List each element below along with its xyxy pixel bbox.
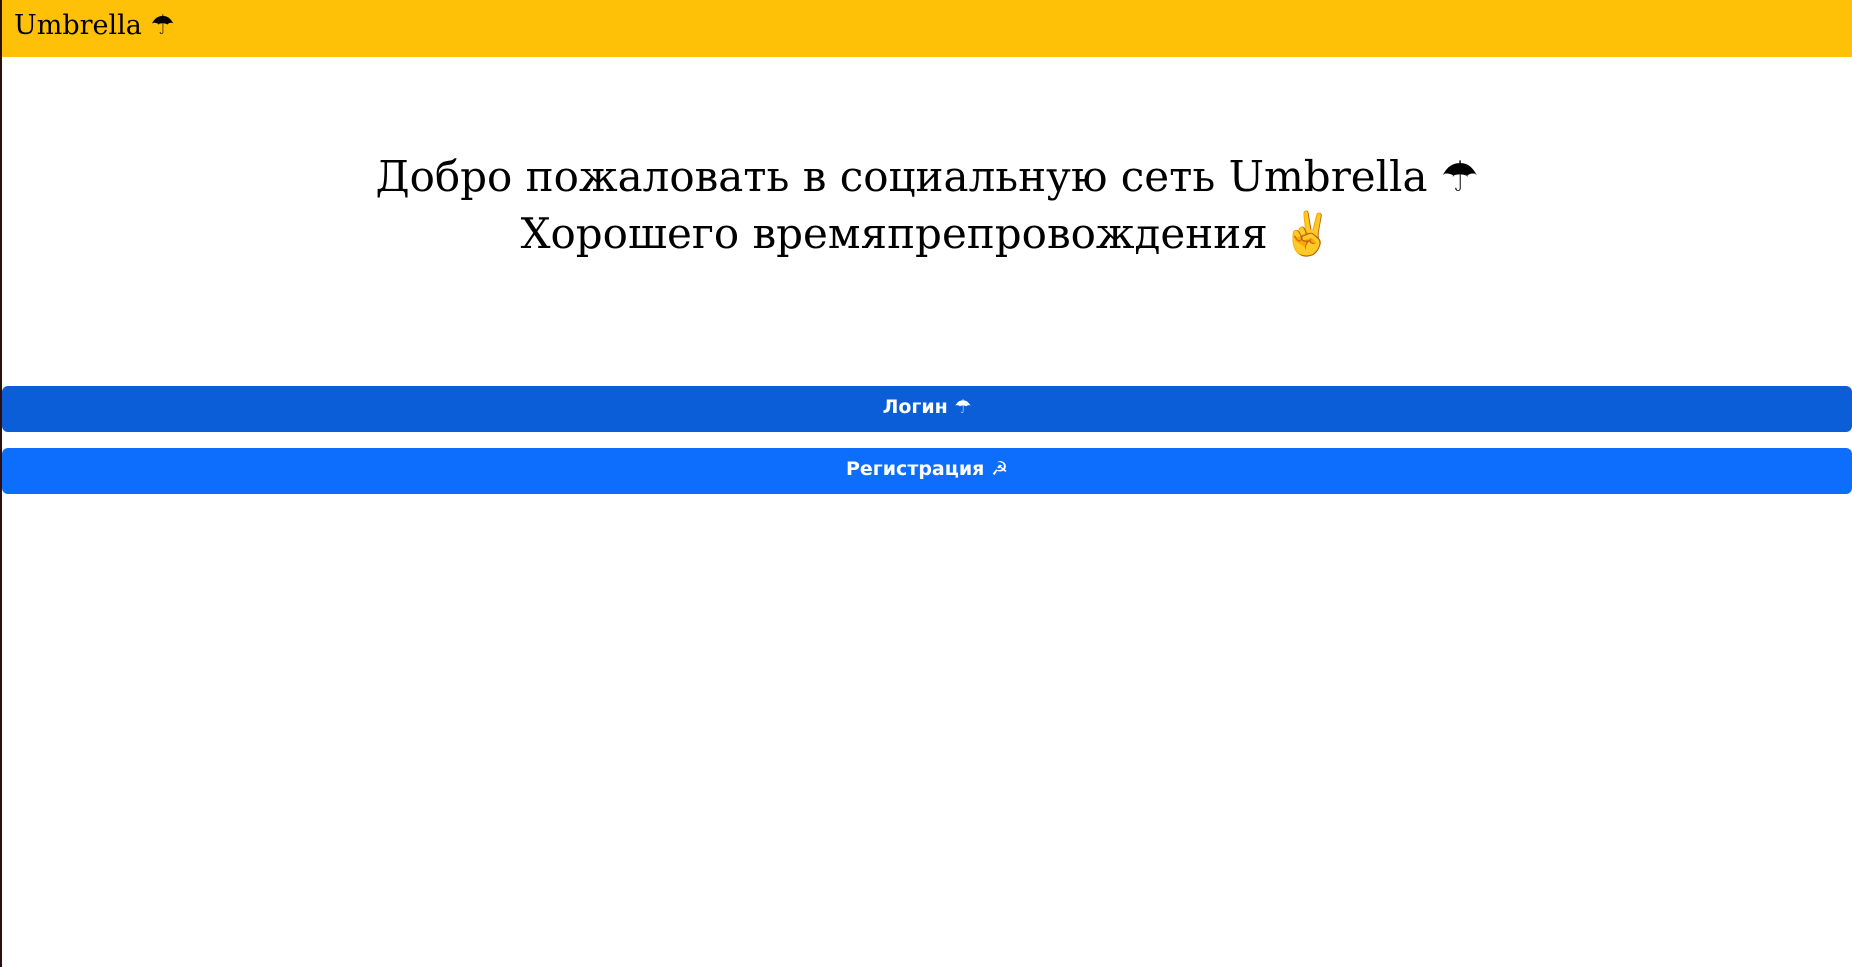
- welcome-message: Добро пожаловать в социальную сеть Umbre…: [2, 148, 1852, 262]
- register-button[interactable]: Регистрация ☭: [2, 448, 1852, 494]
- welcome-subheading: Хорошего времяпрепровождения ✌: [520, 209, 1334, 258]
- login-button[interactable]: Логин ☂: [2, 386, 1852, 432]
- welcome-heading: Добро пожаловать в социальную сеть Umbre…: [375, 152, 1479, 201]
- navbar: Umbrella ☂: [2, 0, 1852, 57]
- brand-link[interactable]: Umbrella ☂: [14, 12, 175, 39]
